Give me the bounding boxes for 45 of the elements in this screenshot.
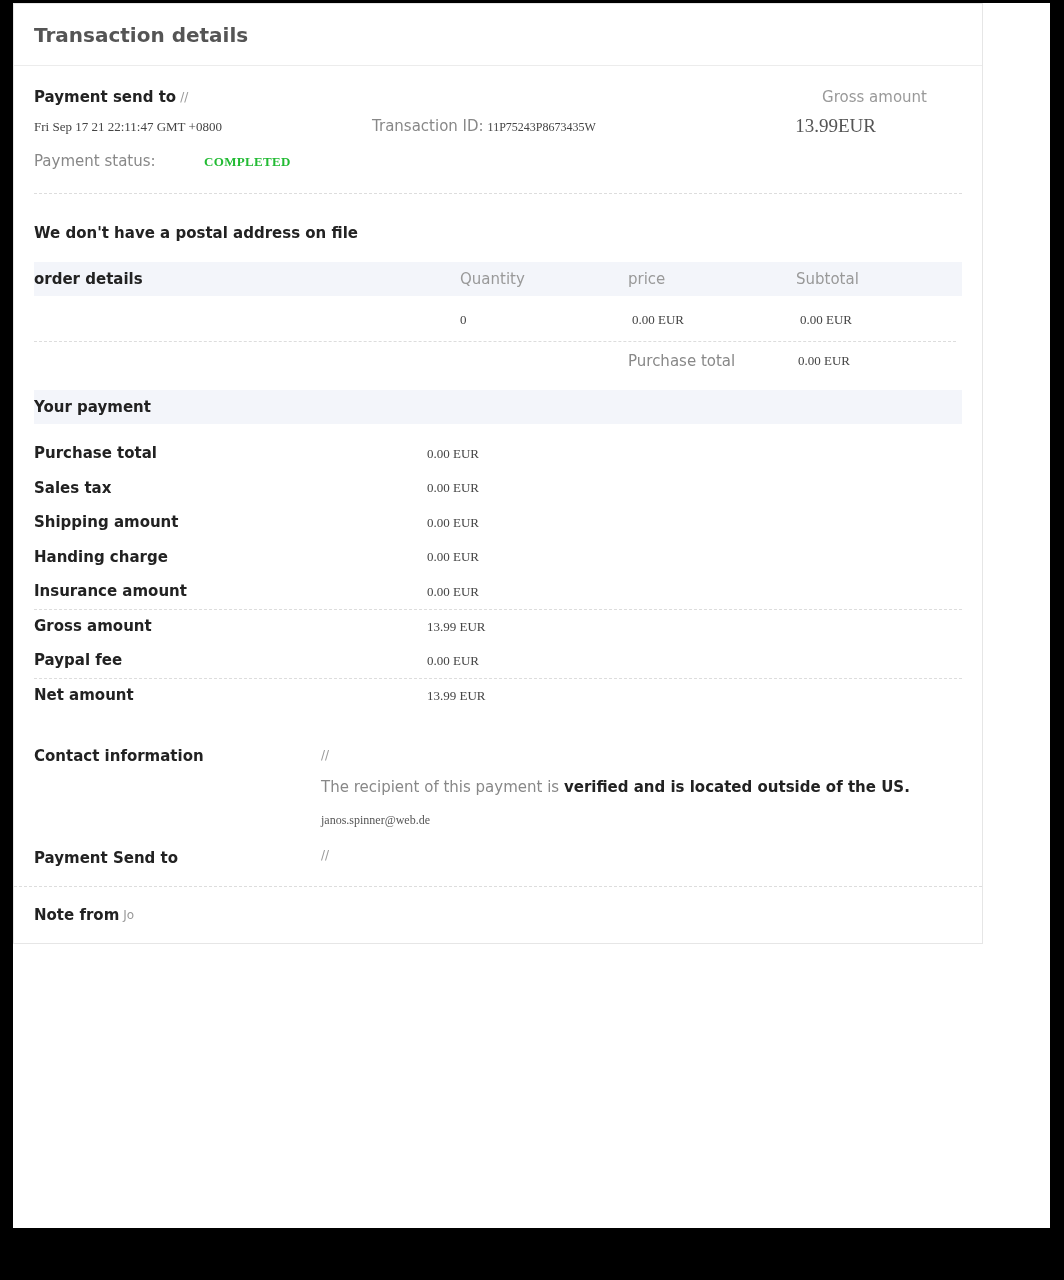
payment-label: Gross amount <box>34 617 152 636</box>
payment-label: Insurance amount <box>34 582 187 601</box>
payment-label: Sales tax <box>34 478 112 497</box>
transaction-id-label: Transaction ID: <box>372 116 484 138</box>
page-title: Transaction details <box>34 21 249 49</box>
payment-label: Handing charge <box>34 547 168 566</box>
payment-status-label: Payment status: <box>34 151 157 173</box>
purchase-total-value: 0.00 EUR <box>798 352 850 371</box>
payment-send-to-label: Payment Send to <box>34 849 178 867</box>
payment-value: 0.00 EUR <box>427 513 479 532</box>
note-label: Note from <box>34 904 120 926</box>
email-address: janos.spinner@web.de <box>321 812 431 829</box>
note-value: Jo <box>123 907 135 924</box>
recipient-value: // <box>180 89 189 106</box>
payment-value: 0.00 EUR <box>427 582 479 601</box>
contact-label: Contact information <box>34 747 204 765</box>
recipient-label: Payment send to <box>34 86 177 108</box>
gross-amount-label: Gross amount <box>822 86 927 108</box>
column-header: order details <box>34 270 143 288</box>
gross-amount-value: 13.99EUR <box>795 114 876 139</box>
transaction-id: 11P75243P8673435W <box>487 118 596 136</box>
verification-text: The recipient of this payment is verified and is located outside of the US. <box>321 776 910 798</box>
table-cell: 0.00 EUR <box>800 311 852 327</box>
payment-value: 0.00 EUR <box>427 548 479 566</box>
section-title: Your payment <box>34 396 151 418</box>
table-cell: 0.00 EUR <box>632 311 684 327</box>
payment-send-to-value: // <box>321 847 330 864</box>
column-header: price <box>628 270 666 288</box>
purchase-total-label: Purchase total <box>628 352 736 370</box>
payment-label: Purchase total <box>34 444 157 463</box>
payment-value: 0.00 EUR <box>427 444 479 463</box>
payment-value: 13.99 EUR <box>427 617 486 636</box>
payment-label: Net amount <box>34 686 134 705</box>
payment-status: COMPLETED <box>204 152 291 171</box>
payment-label: Shipping amount <box>34 513 179 532</box>
payment-value: 0.00 EUR <box>427 479 479 497</box>
column-header: Quantity <box>460 270 525 288</box>
transaction-date: Fri Sep 17 21 22:11:47 GMT +0800 <box>34 117 223 136</box>
contact-value: // <box>321 748 330 762</box>
column-header: Subtotal <box>796 270 859 288</box>
postal-address-note: We don't have a postal address on file <box>34 222 358 244</box>
payment-value: 0.00 EUR <box>427 651 479 670</box>
payment-value: 13.99 EUR <box>427 686 486 705</box>
table-cell: 0 <box>460 311 467 327</box>
payment-label: Paypal fee <box>34 651 123 670</box>
